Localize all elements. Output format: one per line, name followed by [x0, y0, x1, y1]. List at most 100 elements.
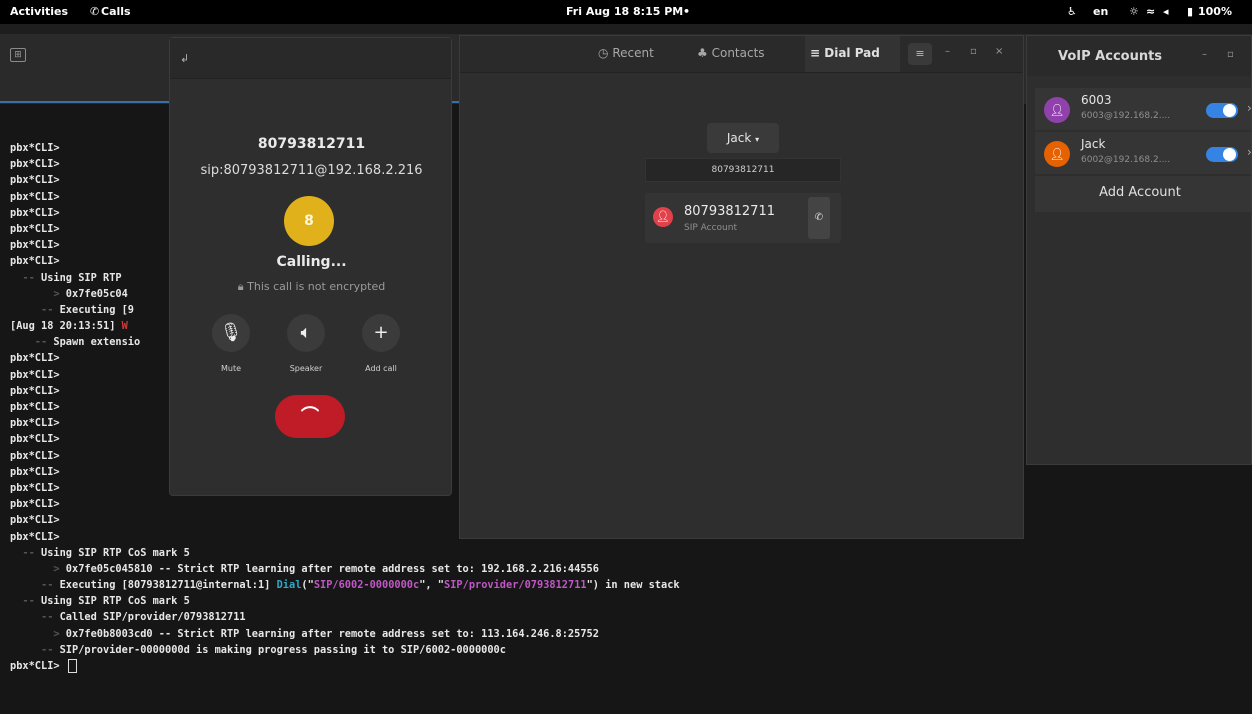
call-icon: ↲ [180, 52, 190, 65]
speaker-icon: 🔈︎ [300, 322, 312, 343]
account-row[interactable]: 👤︎ Jack 6002@192.168.2.... › [1035, 132, 1251, 174]
terminal-text: Executing [9 [59, 303, 135, 316]
hang-up-button[interactable]: ⌒ [275, 395, 345, 438]
terminal-text: pbx*CLI> [10, 498, 60, 511]
clock-icon: ◷ [598, 46, 609, 60]
tab-dial-pad[interactable]: ≡ Dial Pad [810, 46, 880, 60]
phone-icon: ✆ [814, 212, 824, 223]
network-icon[interactable]: ☼ [1129, 5, 1139, 18]
terminal-line: -- Using SIP RTP CoS mark 5 [10, 593, 680, 609]
app-menu[interactable]: Calls [101, 5, 131, 18]
terminal-text: pbx*CLI> [10, 465, 60, 478]
call-window-header: ↲ [170, 38, 451, 79]
terminal-text: pbx*CLI> [10, 433, 60, 446]
terminal-text: pbx*CLI> [10, 239, 60, 252]
new-tab-icon[interactable]: ⊞ [10, 48, 26, 62]
maximize-button[interactable]: ▫ [970, 46, 977, 57]
terminal-text: pbx*CLI> [10, 481, 60, 494]
terminal-text: pbx*CLI> [10, 530, 60, 543]
tab-recent[interactable]: ◷ Recent [598, 46, 654, 60]
terminal-text: -- [10, 336, 54, 349]
terminal-line: > 0x7fe0b8003cd0 -- Strict RTP learning … [10, 626, 680, 642]
maximize-button[interactable]: ▫ [1227, 49, 1234, 60]
terminal-text: pbx*CLI> [10, 158, 60, 171]
speaker-button[interactable]: 🔈︎ [287, 314, 325, 352]
clock[interactable]: Fri Aug 18 8:15 PM [566, 5, 683, 18]
wifi-icon[interactable]: ≈ [1146, 5, 1155, 18]
voip-accounts-window: VoIP Accounts – ▫ 👤︎ 6003 6003@192.168.2… [1026, 35, 1252, 465]
battery-icon[interactable]: ▮ [1187, 5, 1193, 18]
terminal-text: -- [10, 611, 60, 624]
tab-recent-label: Recent [612, 46, 654, 60]
terminal-text: 0x7fe05c045810 -- Strict RTP learning af… [65, 562, 599, 575]
close-button[interactable]: × [995, 46, 1003, 57]
terminal-line: -- Using SIP RTP CoS mark 5 [10, 545, 680, 561]
plus-icon: + [373, 322, 389, 343]
account-enabled-toggle[interactable] [1206, 103, 1238, 118]
terminal-line: -- Executing [80793812711@internal:1] Di… [10, 577, 680, 593]
account-selector[interactable]: Jack ▾ [707, 123, 779, 153]
chevron-right-icon[interactable]: › [1247, 145, 1251, 159]
desktop: ⊞ pbx*CLI> pbx*CLI> pbx*CLI> pbx*CLI> pbx*CL… [0, 24, 1252, 714]
account-selector-label: Jack [726, 131, 752, 145]
terminal-text: Spawn extensio [53, 336, 141, 349]
encryption-status: 🔒︎ This call is not encrypted [170, 280, 453, 294]
calls-main-window: ◷ Recent ♣ Contacts ≡ Dial Pad ≡ – ▫ × J… [459, 35, 1024, 539]
terminal-text: -- [10, 579, 60, 592]
activities-button[interactable]: Activities [10, 5, 68, 18]
terminal-text: pbx*CLI> [10, 206, 60, 219]
account-address: 6002@192.168.2.... [1081, 155, 1171, 165]
encryption-text: This call is not encrypted [247, 280, 386, 293]
menu-button[interactable]: ≡ [908, 43, 932, 65]
terminal-text: -- [10, 546, 41, 559]
handset-icon: ✆ [90, 5, 100, 18]
lock-icon: 🔒︎ [237, 280, 248, 293]
terminal-text: [Aug 18 20:13:51] [10, 320, 122, 333]
terminal-text: SIP/6002-0000000c [313, 579, 420, 592]
minimize-button[interactable]: – [945, 46, 950, 57]
terminal-text: pbx*CLI> [10, 174, 60, 187]
terminal-cursor[interactable] [67, 659, 77, 673]
terminal-text: SIP/provider-0000000d is making progress… [59, 643, 506, 656]
account-row[interactable]: 👤︎ 6003 6003@192.168.2.... › [1035, 88, 1251, 130]
input-language[interactable]: en [1093, 5, 1108, 18]
terminal-text: Dial [276, 579, 302, 592]
minimize-button[interactable]: – [1202, 49, 1207, 60]
add-account-button[interactable]: Add Account [1035, 176, 1251, 212]
account-enabled-toggle[interactable] [1206, 147, 1238, 162]
terminal-text: pbx*CLI> [10, 352, 60, 365]
toggle-knob [1223, 104, 1236, 117]
terminal-text: Executing [80793812711@internal:1] [59, 579, 277, 592]
contact-number: 80793812711 [684, 204, 775, 219]
terminal-text: pbx*CLI> [10, 449, 60, 462]
account-avatar-icon: 👤︎ [1044, 97, 1070, 123]
voip-title: VoIP Accounts [1058, 49, 1163, 64]
terminal-line: -- SIP/provider-0000000d is making progr… [10, 642, 680, 658]
terminal-text: -- [10, 595, 41, 608]
accessibility-icon[interactable]: ♿ [1067, 5, 1077, 18]
speaker-label: Speaker [289, 364, 323, 373]
hang-up-icon: ⌒ [301, 406, 319, 427]
terminal-text: 0x7fe0b8003cd0 -- Strict RTP learning af… [65, 627, 599, 640]
terminal-text: ", " [419, 579, 445, 592]
notification-dot-icon: • [683, 5, 691, 18]
volume-icon[interactable]: ◂ [1163, 5, 1169, 18]
chevron-right-icon[interactable]: › [1247, 101, 1251, 115]
mute-label: Mute [220, 364, 242, 373]
add-call-label: Add call [365, 364, 397, 373]
terminal-text: Using SIP RTP CoS mark 5 [41, 595, 190, 608]
add-call-button[interactable]: + [362, 314, 400, 352]
terminal-text: pbx*CLI> [10, 190, 60, 203]
terminal-text: pbx*CLI> [10, 514, 60, 527]
terminal-text: (" [301, 579, 314, 592]
tab-dial-pad-label: Dial Pad [824, 46, 880, 60]
phone-number-input[interactable]: 80793812711 [645, 158, 841, 182]
tab-contacts[interactable]: ♣ Contacts [697, 46, 765, 60]
terminal-text: -- [10, 643, 60, 656]
microphone-muted-icon: 🎙︎ [219, 322, 243, 343]
dial-button[interactable]: ✆ [808, 197, 830, 239]
chevron-down-icon: ▾ [755, 135, 760, 144]
mute-button[interactable]: 🎙︎ [212, 314, 250, 352]
contact-suggestion[interactable]: 👤︎ 80793812711 SIP Account ✆ [645, 193, 841, 243]
voip-header: VoIP Accounts – ▫ [1027, 36, 1251, 76]
